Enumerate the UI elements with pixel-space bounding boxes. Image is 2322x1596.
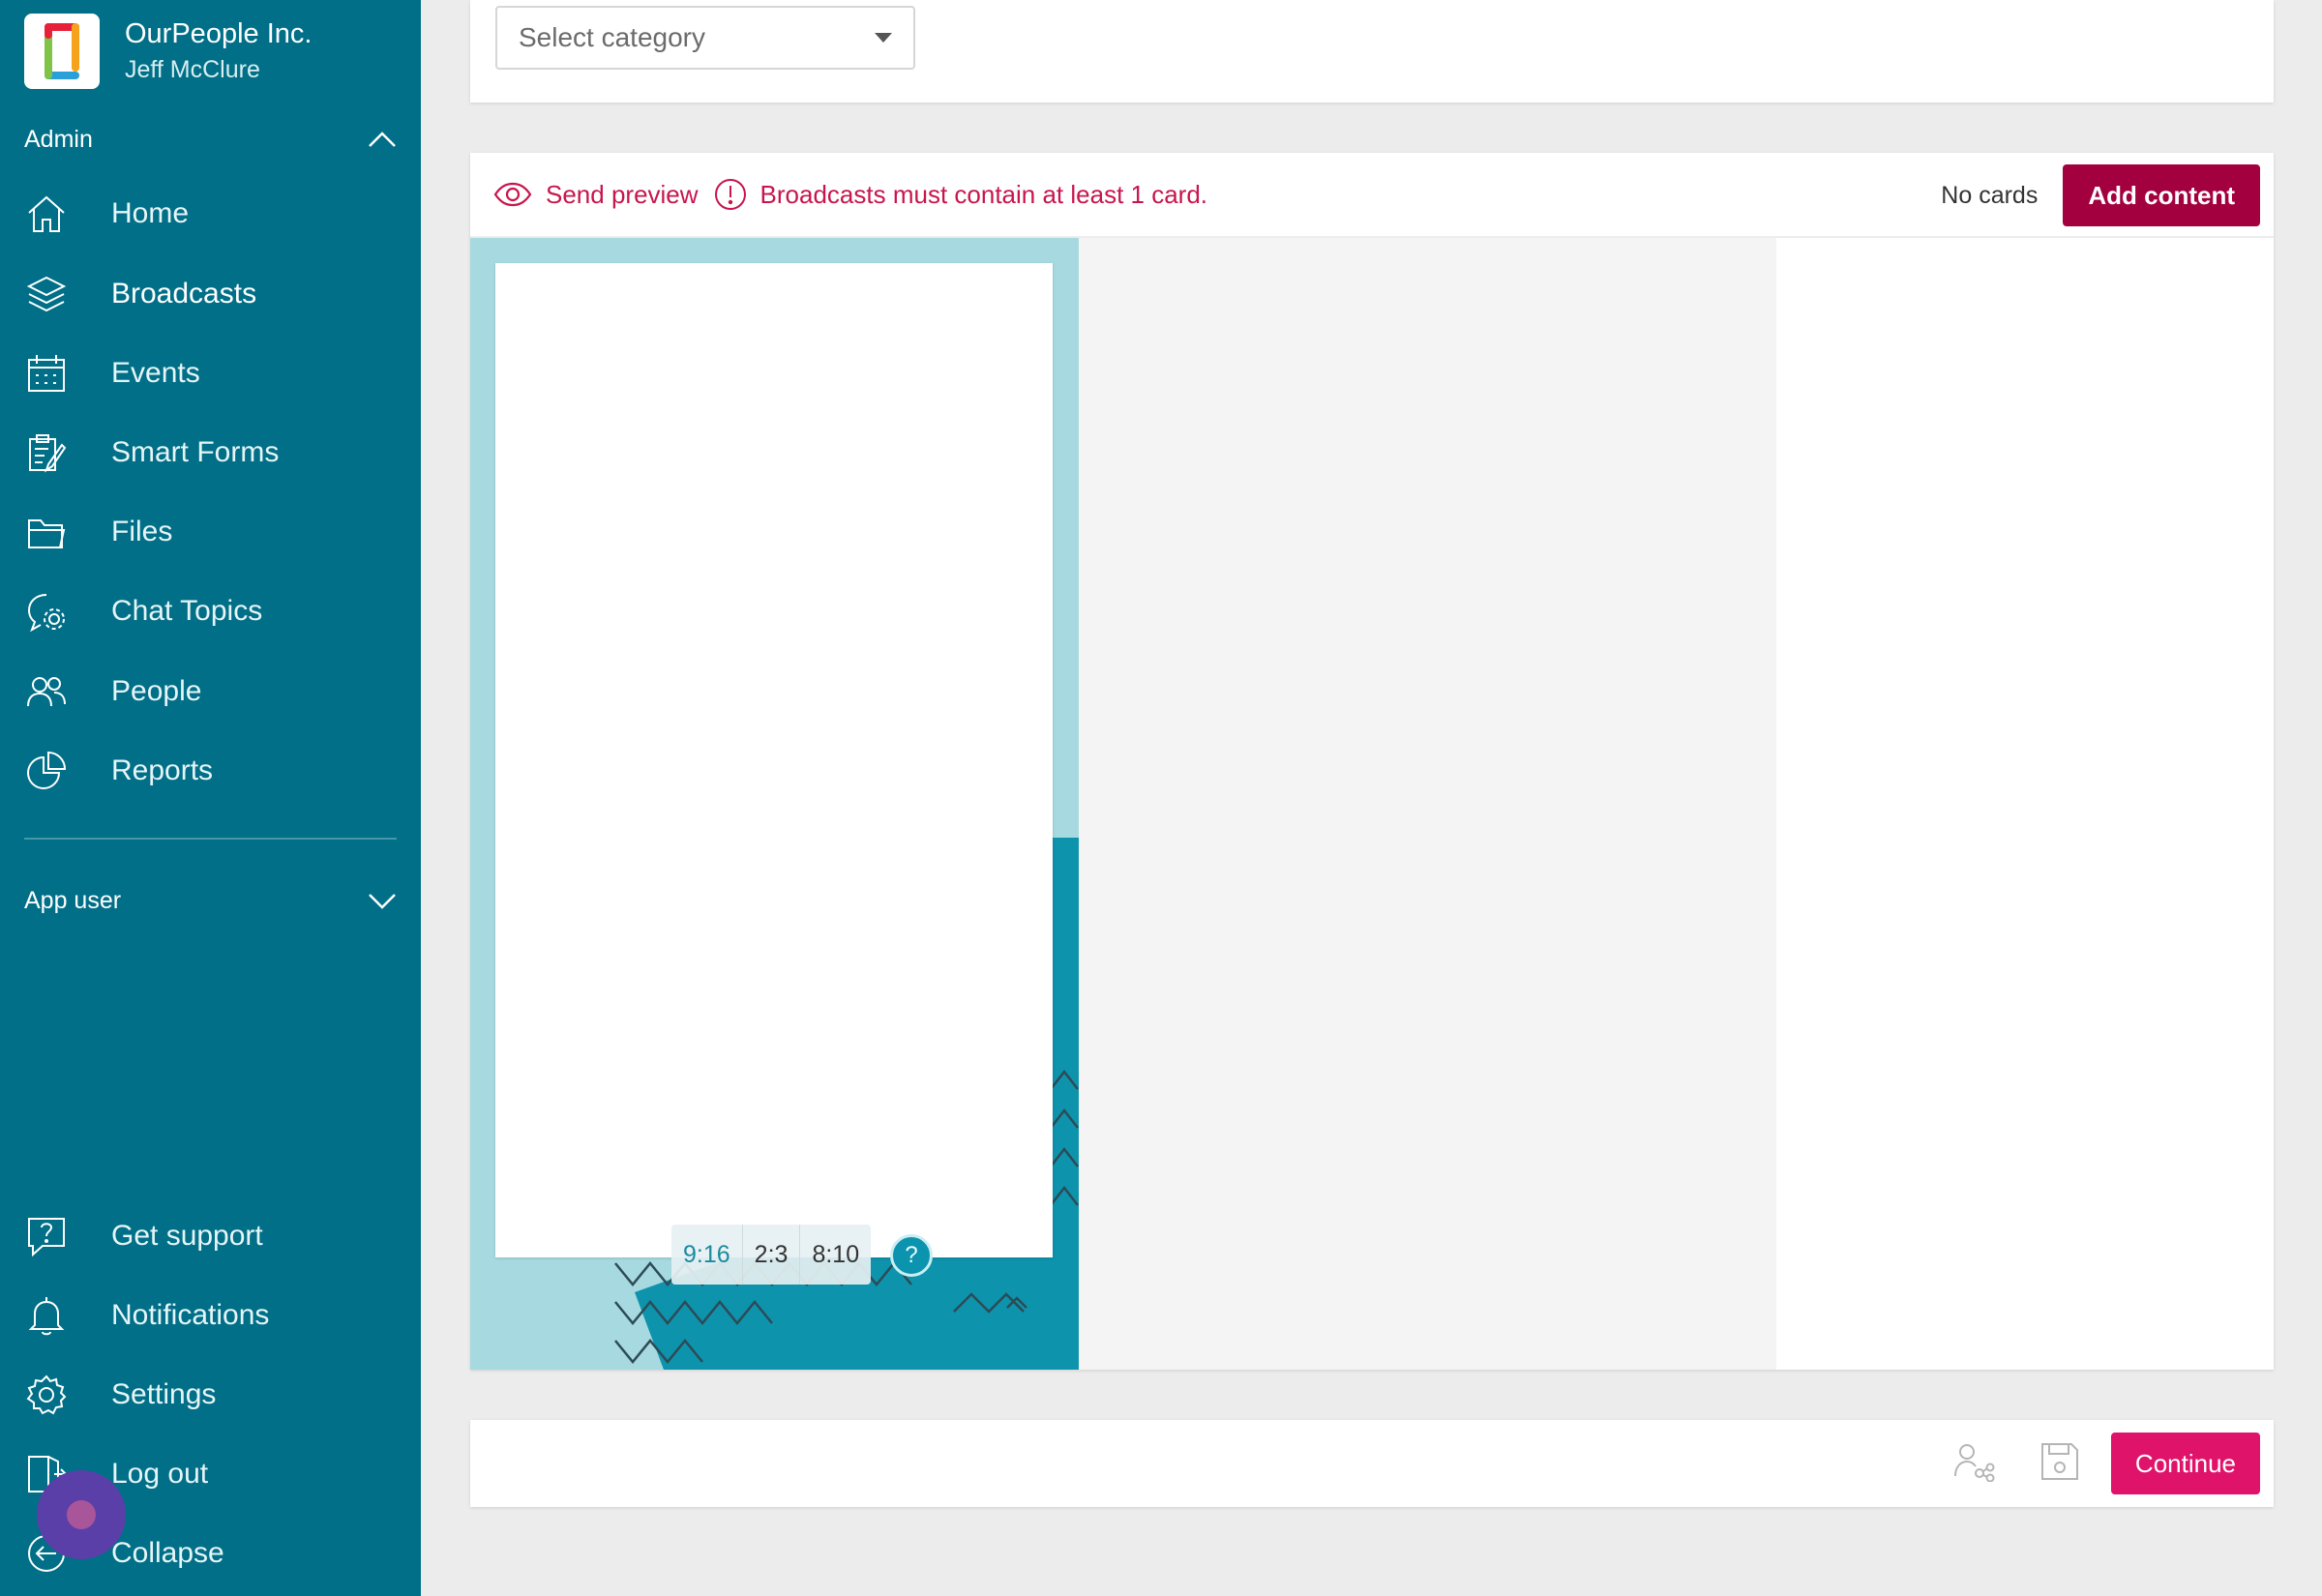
org-name: OurPeople Inc. — [125, 18, 313, 49]
sidebar-item-label: Files — [111, 516, 173, 547]
bell-icon — [24, 1293, 69, 1338]
sidebar-item-label: Get support — [111, 1220, 263, 1252]
sidebar-item-home[interactable]: Home — [24, 185, 402, 243]
sidebar-item-files[interactable]: Files — [24, 503, 402, 561]
sidebar-item-broadcasts[interactable]: Broadcasts — [24, 265, 402, 323]
sidebar-item-people[interactable]: People — [24, 663, 402, 721]
app-user-section-label: App user — [24, 886, 122, 914]
sidebar-divider — [24, 838, 397, 840]
sidebar-item-reports[interactable]: Reports — [24, 742, 402, 800]
eye-icon — [493, 182, 532, 207]
sidebar-item-label: Reports — [111, 754, 214, 786]
aspect-ratio-8-10[interactable]: 8:10 — [800, 1225, 871, 1285]
chevron-up-icon — [369, 132, 396, 147]
admin-section-label: Admin — [24, 125, 93, 153]
send-preview-button[interactable]: Send preview — [493, 180, 699, 210]
sidebar: OurPeople Inc. Jeff McClure Admin Home B… — [0, 0, 421, 1596]
calendar-icon — [24, 351, 69, 396]
pie-chart-icon — [24, 749, 69, 793]
sidebar-item-get-support[interactable]: Get support — [24, 1207, 402, 1265]
form-icon — [24, 430, 69, 475]
card-count: No cards — [1941, 181, 2039, 209]
people-share-icon — [1954, 1444, 1995, 1482]
people-icon — [24, 669, 69, 714]
floating-action-bubble[interactable] — [37, 1470, 126, 1559]
sidebar-item-label: Log out — [111, 1458, 209, 1490]
aspect-ratio-9-16[interactable]: 9:16 — [671, 1225, 743, 1285]
sidebar-item-label: Home — [111, 197, 190, 229]
layers-icon — [24, 272, 69, 316]
bottom-action-bar: Continue — [470, 1420, 2274, 1507]
share-with-people-button[interactable] — [1952, 1441, 1995, 1482]
sidebar-item-label: Collapse — [111, 1537, 224, 1569]
sidebar-item-chat-topics[interactable]: Chat Topics — [24, 582, 402, 640]
folder-icon — [24, 510, 69, 554]
category-panel: Select category — [470, 0, 2274, 103]
save-icon — [2041, 1443, 2078, 1480]
chevron-down-icon — [369, 894, 396, 909]
sidebar-item-label: Events — [111, 357, 200, 389]
sidebar-item-label: Settings — [111, 1378, 217, 1410]
sidebar-item-smart-forms[interactable]: Smart Forms — [24, 424, 402, 482]
save-draft-button[interactable] — [2039, 1441, 2080, 1482]
broadcast-editor: Send preview Broadcasts must contain at … — [470, 153, 2274, 1370]
aspect-ratio-help-button[interactable]: ? — [890, 1234, 933, 1277]
card-warning-message: Broadcasts must contain at least 1 card. — [759, 179, 1207, 209]
sidebar-item-events[interactable]: Events — [24, 344, 402, 402]
ourpeople-logo — [24, 14, 100, 89]
card-canvas[interactable] — [495, 263, 1053, 1257]
sidebar-item-notifications[interactable]: Notifications — [24, 1286, 402, 1345]
gear-icon — [24, 1373, 69, 1417]
card-settings-area — [1776, 238, 2274, 1370]
editor-toolbar: Send preview Broadcasts must contain at … — [470, 153, 2274, 238]
sidebar-item-label: Notifications — [111, 1299, 270, 1331]
caret-down-icon — [875, 33, 892, 43]
brand-header[interactable]: OurPeople Inc. Jeff McClure — [24, 14, 312, 89]
sidebar-item-label: People — [111, 675, 202, 707]
category-select[interactable]: Select category — [495, 6, 915, 70]
aspect-ratio-2-3[interactable]: 2:3 — [743, 1225, 801, 1285]
sidebar-item-settings[interactable]: Settings — [24, 1366, 402, 1424]
category-select-placeholder: Select category — [519, 22, 705, 52]
add-content-button[interactable]: Add content — [2063, 164, 2260, 226]
aspect-ratio-selector: 9:16 2:3 8:10 — [671, 1225, 872, 1285]
home-icon — [24, 192, 69, 236]
send-preview-label: Send preview — [546, 179, 699, 209]
continue-button[interactable]: Continue — [2110, 1433, 2260, 1494]
warning-icon — [714, 179, 746, 210]
sidebar-item-label: Smart Forms — [111, 436, 280, 468]
sidebar-item-label: Chat Topics — [111, 595, 263, 627]
card-list-area — [1079, 238, 1776, 1370]
chat-settings-icon — [24, 589, 69, 634]
card-preview-area: 9:16 2:3 8:10 ? — [470, 238, 1079, 1370]
admin-section-toggle[interactable]: Admin — [24, 120, 397, 159]
sidebar-item-label: Broadcasts — [111, 278, 257, 310]
user-name: Jeff McClure — [125, 56, 260, 83]
help-icon — [24, 1214, 69, 1258]
app-user-section-toggle[interactable]: App user — [24, 881, 397, 920]
question-icon: ? — [905, 1242, 918, 1268]
